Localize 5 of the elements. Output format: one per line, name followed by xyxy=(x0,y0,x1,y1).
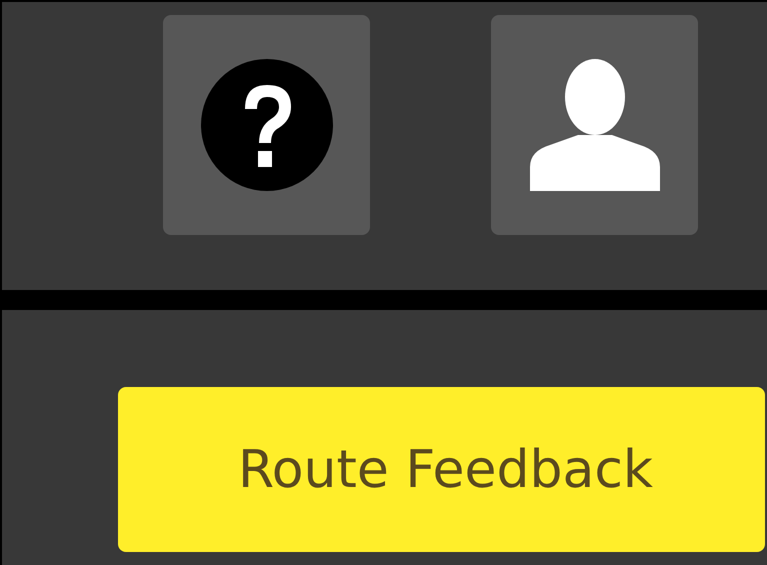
account-button[interactable] xyxy=(491,15,698,235)
route-feedback-button[interactable]: Route Feedback xyxy=(118,387,765,552)
user-icon xyxy=(530,59,660,191)
help-icon xyxy=(200,59,332,191)
help-button[interactable] xyxy=(163,15,370,235)
